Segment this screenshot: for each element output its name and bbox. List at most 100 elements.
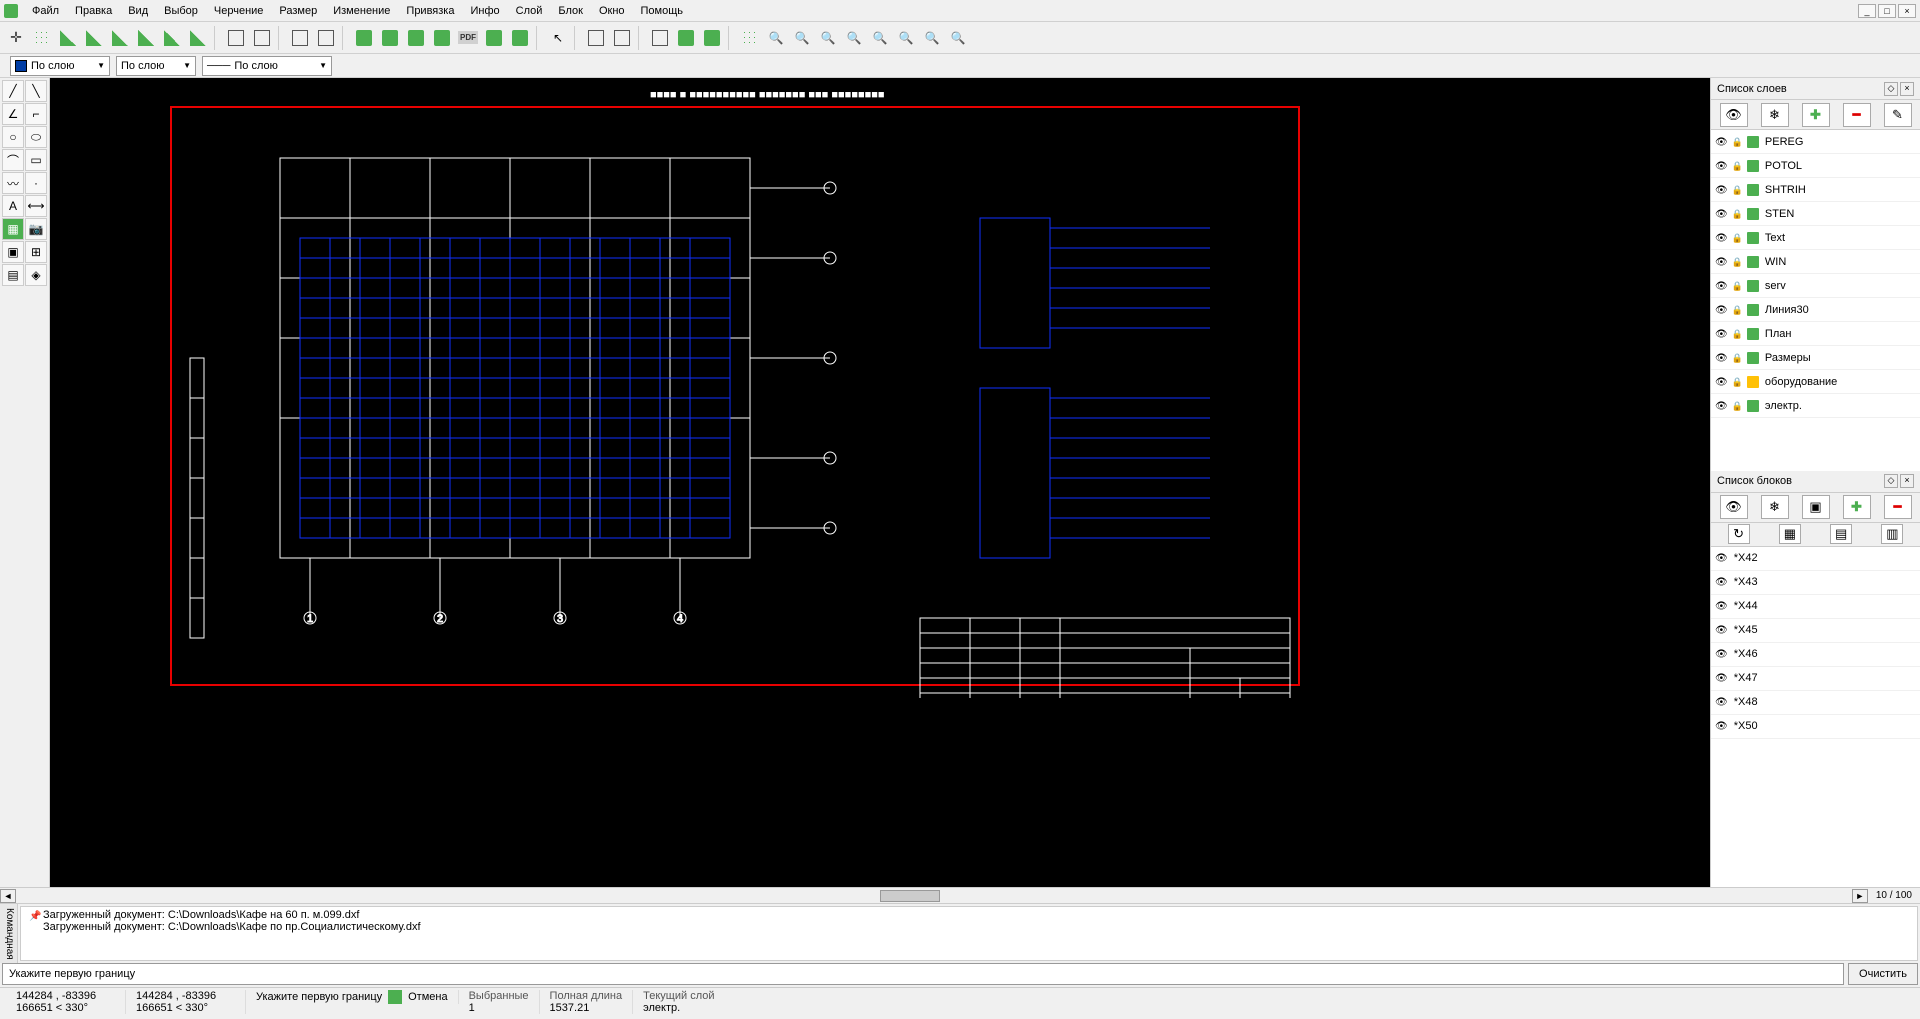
line-tool[interactable]: ╱ (2, 80, 24, 102)
layer-remove-button[interactable]: ━ (1843, 103, 1871, 127)
cancel-link[interactable]: Отмена (408, 991, 447, 1003)
hatch-tool[interactable]: ▦ (2, 218, 24, 240)
eye-icon[interactable] (1715, 624, 1728, 636)
menu-dimension[interactable]: Размер (271, 3, 325, 19)
print-icon[interactable] (1747, 256, 1759, 268)
blocks-list[interactable]: *X42 *X43 *X44 *X45 *X46 *X47 *X48 *X50 (1711, 547, 1920, 888)
scroll-left-icon[interactable]: ◄ (0, 889, 16, 903)
menu-view[interactable]: Вид (120, 3, 156, 19)
print-icon[interactable] (1747, 352, 1759, 364)
block-tool[interactable]: ▣ (2, 241, 24, 263)
lock-icon[interactable] (1732, 208, 1743, 220)
lock-icon[interactable] (1732, 400, 1743, 412)
print-icon[interactable] (1747, 376, 1759, 388)
eye-icon[interactable] (1715, 304, 1728, 316)
menu-help[interactable]: Помощь (633, 3, 692, 19)
layer-freeze-button[interactable]: ❄ (1761, 103, 1789, 127)
menu-file[interactable]: Файл (24, 3, 67, 19)
panel-close-icon[interactable]: × (1900, 82, 1914, 96)
zoom-auto-button[interactable]: 🔍 (816, 26, 840, 50)
image-tool[interactable]: 📷 (25, 218, 47, 240)
layer-vis-button[interactable]: 👁 (1720, 103, 1748, 127)
tab1-button[interactable] (648, 26, 672, 50)
lock-icon[interactable] (1732, 376, 1743, 388)
snap-reference-tool[interactable] (160, 26, 184, 50)
eye-icon[interactable] (1715, 648, 1728, 660)
menu-edit[interactable]: Правка (67, 3, 120, 19)
lock-icon[interactable] (1732, 328, 1743, 340)
lock-icon[interactable] (1732, 304, 1743, 316)
polar-tool[interactable] (250, 26, 274, 50)
eye-icon[interactable] (1715, 160, 1728, 172)
eye-icon[interactable] (1715, 136, 1728, 148)
eye-icon[interactable] (1715, 352, 1728, 364)
save-file-button[interactable] (404, 26, 428, 50)
zoom-pan-button[interactable]: 🔍 (868, 26, 892, 50)
layer-tool[interactable]: ▤ (2, 264, 24, 286)
print-button[interactable] (430, 26, 454, 50)
snap-perpendicular-tool[interactable] (186, 26, 210, 50)
polyline-tool[interactable]: ⌐ (25, 103, 47, 125)
minimize-button[interactable]: _ (1858, 4, 1876, 18)
zoom-prev-button[interactable]: 🔍 (920, 26, 944, 50)
menu-modify[interactable]: Изменение (325, 3, 398, 19)
zoom-select-button[interactable]: 🔍 (894, 26, 918, 50)
print-icon[interactable] (1747, 280, 1759, 292)
lock-icon[interactable] (1732, 256, 1743, 268)
eye-icon[interactable] (1715, 256, 1728, 268)
circle-tool[interactable]: ○ (2, 126, 24, 148)
command-tab[interactable]: Командная (0, 904, 18, 963)
open-file-button[interactable] (378, 26, 402, 50)
pdf-button[interactable]: PDF (456, 26, 480, 50)
lock-icon[interactable] (1732, 160, 1743, 172)
point-tool[interactable]: · (25, 172, 47, 194)
block-freeze-button[interactable]: ❄ (1761, 495, 1789, 519)
lock-icon[interactable] (1732, 280, 1743, 292)
menu-block[interactable]: Блок (550, 3, 591, 19)
block-insert-button[interactable]: ▣ (1802, 495, 1830, 519)
angle-tool[interactable]: ∠ (2, 103, 24, 125)
eye-icon[interactable] (1715, 208, 1728, 220)
menu-info[interactable]: Инфо (462, 3, 507, 19)
spline-tool[interactable]: 〰 (2, 172, 24, 194)
command-input[interactable] (2, 963, 1844, 985)
eye-icon[interactable] (1715, 232, 1728, 244)
line2-tool[interactable]: ╲ (25, 80, 47, 102)
next-view-button[interactable] (610, 26, 634, 50)
pointer-tool[interactable]: ↖ (546, 26, 570, 50)
block-add-button[interactable]: ✚ (1843, 495, 1871, 519)
lock-icon[interactable] (1732, 232, 1743, 244)
panel-close-icon[interactable]: × (1900, 474, 1914, 488)
dim-tool[interactable]: ⟷ (25, 195, 47, 217)
zoom-grid-button[interactable] (738, 26, 762, 50)
block-tool3[interactable]: ▤ (1830, 524, 1852, 544)
eye-icon[interactable] (1715, 720, 1728, 732)
print-icon[interactable] (1747, 400, 1759, 412)
linetype-combo[interactable]: ─── По слою ▼ (202, 56, 332, 76)
zoom-in-button[interactable]: 🔍 (764, 26, 788, 50)
ortho-tool[interactable] (224, 26, 248, 50)
lock-icon[interactable] (1732, 136, 1743, 148)
snap-center-tool[interactable] (134, 26, 158, 50)
snap-middle-tool[interactable] (108, 26, 132, 50)
new-file-button[interactable] (352, 26, 376, 50)
redo-button[interactable] (508, 26, 532, 50)
maximize-button[interactable]: □ (1878, 4, 1896, 18)
eye-icon[interactable] (1715, 576, 1728, 588)
layers-list[interactable]: PEREG POTOL SHTRIH STEN Text WIN serv Ли… (1711, 130, 1920, 471)
eye-icon[interactable] (1715, 184, 1728, 196)
snap-grid-tool[interactable] (30, 26, 54, 50)
block-tool2[interactable]: ▦ (1779, 524, 1801, 544)
text-tool[interactable]: A (2, 195, 24, 217)
menu-layer[interactable]: Слой (508, 3, 551, 19)
lock-icon[interactable] (1732, 184, 1743, 196)
layers-panel-header[interactable]: Список слоев ◇× (1711, 78, 1920, 100)
lock-tool[interactable] (314, 26, 338, 50)
arc-tool[interactable]: ⌒ (2, 149, 24, 171)
eye-icon[interactable] (1715, 280, 1728, 292)
misc-tool[interactable]: ◈ (25, 264, 47, 286)
ellipse-tool[interactable]: ⬭ (25, 126, 47, 148)
pin-icon[interactable]: 📌 (29, 911, 41, 923)
eye-icon[interactable] (1715, 672, 1728, 684)
block-vis-button[interactable]: 👁 (1720, 495, 1748, 519)
